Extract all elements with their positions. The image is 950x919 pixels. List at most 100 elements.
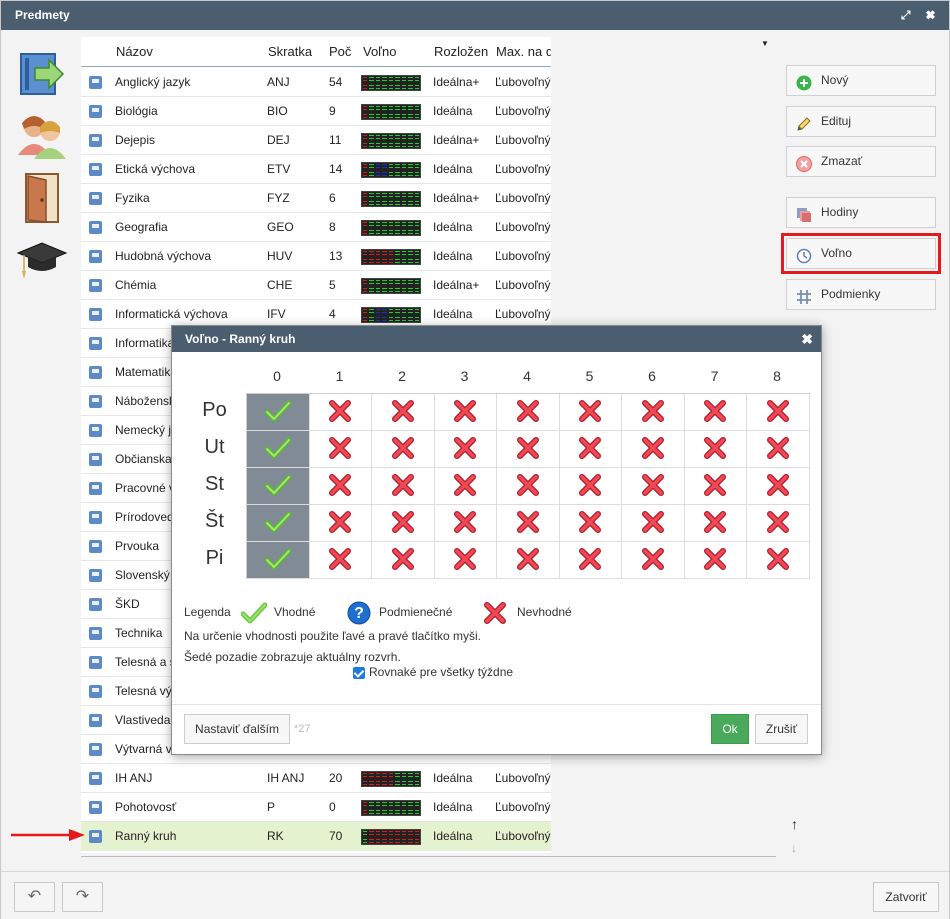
availability-cell-unsuitable[interactable] xyxy=(434,505,497,542)
availability-cell-unsuitable[interactable] xyxy=(309,468,372,505)
col-count-header[interactable]: Poč xyxy=(329,44,351,59)
availability-cell-unsuitable[interactable] xyxy=(559,468,622,505)
sort-down-arrow-icon[interactable]: ↓ xyxy=(791,841,797,855)
availability-cell-unsuitable[interactable] xyxy=(497,431,560,468)
table-row[interactable]: Anglický jazyk ANJ 54 Ideálna+ Ľubovoľný xyxy=(81,68,551,97)
availability-cell-unsuitable[interactable] xyxy=(309,542,372,579)
availability-cell-unsuitable[interactable] xyxy=(309,431,372,468)
table-row[interactable]: Dejepis DEJ 11 Ideálna+ Ľubovoľný xyxy=(81,126,551,155)
day-header[interactable]: Ut xyxy=(192,436,237,459)
availability-cell-unsuitable[interactable] xyxy=(497,542,560,579)
teachers-icon[interactable] xyxy=(11,105,73,167)
column-menu-caret-icon[interactable]: ▼ xyxy=(761,39,769,48)
table-row[interactable]: Geografia GEO 8 Ideálna Ľubovoľný xyxy=(81,213,551,242)
col-dist-header[interactable]: Rozložen xyxy=(434,44,489,59)
table-row[interactable]: Biológia BIO 9 Ideálna Ľubovoľný xyxy=(81,97,551,126)
close-window-button[interactable]: Zatvoriť xyxy=(873,882,939,912)
availability-cell-unsuitable[interactable] xyxy=(309,394,372,431)
availability-cell-unsuitable[interactable] xyxy=(684,468,747,505)
availability-cell-suitable[interactable] xyxy=(247,505,310,542)
day-header[interactable]: Po xyxy=(192,399,237,422)
col-name-header[interactable]: Názov xyxy=(116,44,153,59)
availability-cell-unsuitable[interactable] xyxy=(497,394,560,431)
edit-button[interactable]: Edituj xyxy=(786,106,936,137)
availability-cell-unsuitable[interactable] xyxy=(622,468,685,505)
free-time-button[interactable]: Voľno xyxy=(781,233,941,274)
availability-cell-unsuitable[interactable] xyxy=(434,431,497,468)
availability-cell-unsuitable[interactable] xyxy=(372,394,435,431)
availability-cell-unsuitable[interactable] xyxy=(372,431,435,468)
day-header[interactable]: St xyxy=(192,473,237,496)
col-short-header[interactable]: Skratka xyxy=(268,44,312,59)
availability-cell-unsuitable[interactable] xyxy=(309,505,372,542)
availability-cell-unsuitable[interactable] xyxy=(747,394,810,431)
col-free-header[interactable]: Voľno xyxy=(363,44,396,59)
availability-cell-unsuitable[interactable] xyxy=(747,431,810,468)
availability-cell-unsuitable[interactable] xyxy=(747,468,810,505)
classrooms-door-icon[interactable] xyxy=(11,167,73,229)
table-row[interactable]: Hudobná výchova HUV 13 Ideálna Ľubovoľný xyxy=(81,242,551,271)
subjects-arrow-icon[interactable] xyxy=(11,43,73,105)
same-weeks-checkbox[interactable] xyxy=(353,667,365,679)
hours-button[interactable]: Hodiny xyxy=(786,197,936,228)
same-weeks-label[interactable]: Rovnaké pre všetky týždne xyxy=(369,665,513,679)
period-header[interactable]: 8 xyxy=(746,368,808,384)
sort-up-arrow-icon[interactable]: ↑ xyxy=(791,816,798,832)
maximize-icon[interactable]: ⤢ xyxy=(901,8,917,22)
availability-cell-unsuitable[interactable] xyxy=(434,468,497,505)
period-header[interactable]: 7 xyxy=(684,368,746,384)
table-row[interactable]: Ranný kruh RK 70 Ideálna Ľubovoľný xyxy=(81,822,551,851)
table-row[interactable]: IH ANJ IH ANJ 20 Ideálna Ľubovoľný xyxy=(81,764,551,793)
table-row[interactable]: Fyzika FYZ 6 Ideálna+ Ľubovoľný xyxy=(81,184,551,213)
day-header[interactable]: Pi xyxy=(192,547,237,570)
undo-button[interactable]: ↶ xyxy=(14,882,55,912)
period-header[interactable]: 4 xyxy=(496,368,558,384)
set-others-button[interactable]: Nastaviť ďalším xyxy=(184,714,290,744)
availability-cell-suitable[interactable] xyxy=(247,394,310,431)
period-header[interactable]: 0 xyxy=(246,368,308,384)
new-button[interactable]: Nový xyxy=(786,65,936,96)
availability-cell-unsuitable[interactable] xyxy=(622,505,685,542)
availability-cell-suitable[interactable] xyxy=(247,468,310,505)
graduation-cap-icon[interactable] xyxy=(11,229,73,291)
horizontal-scrollbar[interactable] xyxy=(81,856,776,857)
availability-cell-unsuitable[interactable] xyxy=(559,542,622,579)
availability-cell-unsuitable[interactable] xyxy=(559,431,622,468)
availability-cell-unsuitable[interactable] xyxy=(434,394,497,431)
table-row[interactable]: Chémia CHE 5 Ideálna+ Ľubovoľný xyxy=(81,271,551,300)
period-header[interactable]: 3 xyxy=(434,368,496,384)
redo-button[interactable]: ↷ xyxy=(62,882,103,912)
availability-cell-unsuitable[interactable] xyxy=(747,542,810,579)
period-header[interactable]: 2 xyxy=(371,368,433,384)
availability-cell-unsuitable[interactable] xyxy=(497,468,560,505)
ok-button[interactable]: Ok xyxy=(711,714,749,744)
availability-cell-unsuitable[interactable] xyxy=(497,505,560,542)
availability-cell-unsuitable[interactable] xyxy=(434,542,497,579)
availability-cell-unsuitable[interactable] xyxy=(622,394,685,431)
availability-cell-suitable[interactable] xyxy=(247,542,310,579)
availability-cell-unsuitable[interactable] xyxy=(372,505,435,542)
period-header[interactable]: 5 xyxy=(559,368,621,384)
availability-cell-suitable[interactable] xyxy=(247,431,310,468)
table-row[interactable]: Pohotovosť P 0 Ideálna Ľubovoľný xyxy=(81,793,551,822)
availability-cell-unsuitable[interactable] xyxy=(684,542,747,579)
dialog-close-icon[interactable]: ✖ xyxy=(801,326,813,352)
availability-cell-unsuitable[interactable] xyxy=(372,542,435,579)
table-row[interactable]: Etická výchova ETV 14 Ideálna Ľubovoľný xyxy=(81,155,551,184)
cancel-button[interactable]: Zrušiť xyxy=(755,714,808,744)
availability-cell-unsuitable[interactable] xyxy=(372,468,435,505)
availability-cell-unsuitable[interactable] xyxy=(622,542,685,579)
availability-cell-unsuitable[interactable] xyxy=(622,431,685,468)
availability-cell-unsuitable[interactable] xyxy=(747,505,810,542)
col-max-header[interactable]: Max. na d xyxy=(496,44,551,59)
availability-cell-unsuitable[interactable] xyxy=(559,505,622,542)
close-icon[interactable]: ✖ xyxy=(926,8,941,22)
availability-cell-unsuitable[interactable] xyxy=(684,505,747,542)
availability-cell-unsuitable[interactable] xyxy=(559,394,622,431)
delete-button[interactable]: Zmazať xyxy=(786,146,936,177)
availability-cell-unsuitable[interactable] xyxy=(684,431,747,468)
day-header[interactable]: Št xyxy=(192,510,237,533)
availability-cell-unsuitable[interactable] xyxy=(684,394,747,431)
conditions-button[interactable]: Podmienky xyxy=(786,279,936,310)
period-header[interactable]: 1 xyxy=(309,368,371,384)
